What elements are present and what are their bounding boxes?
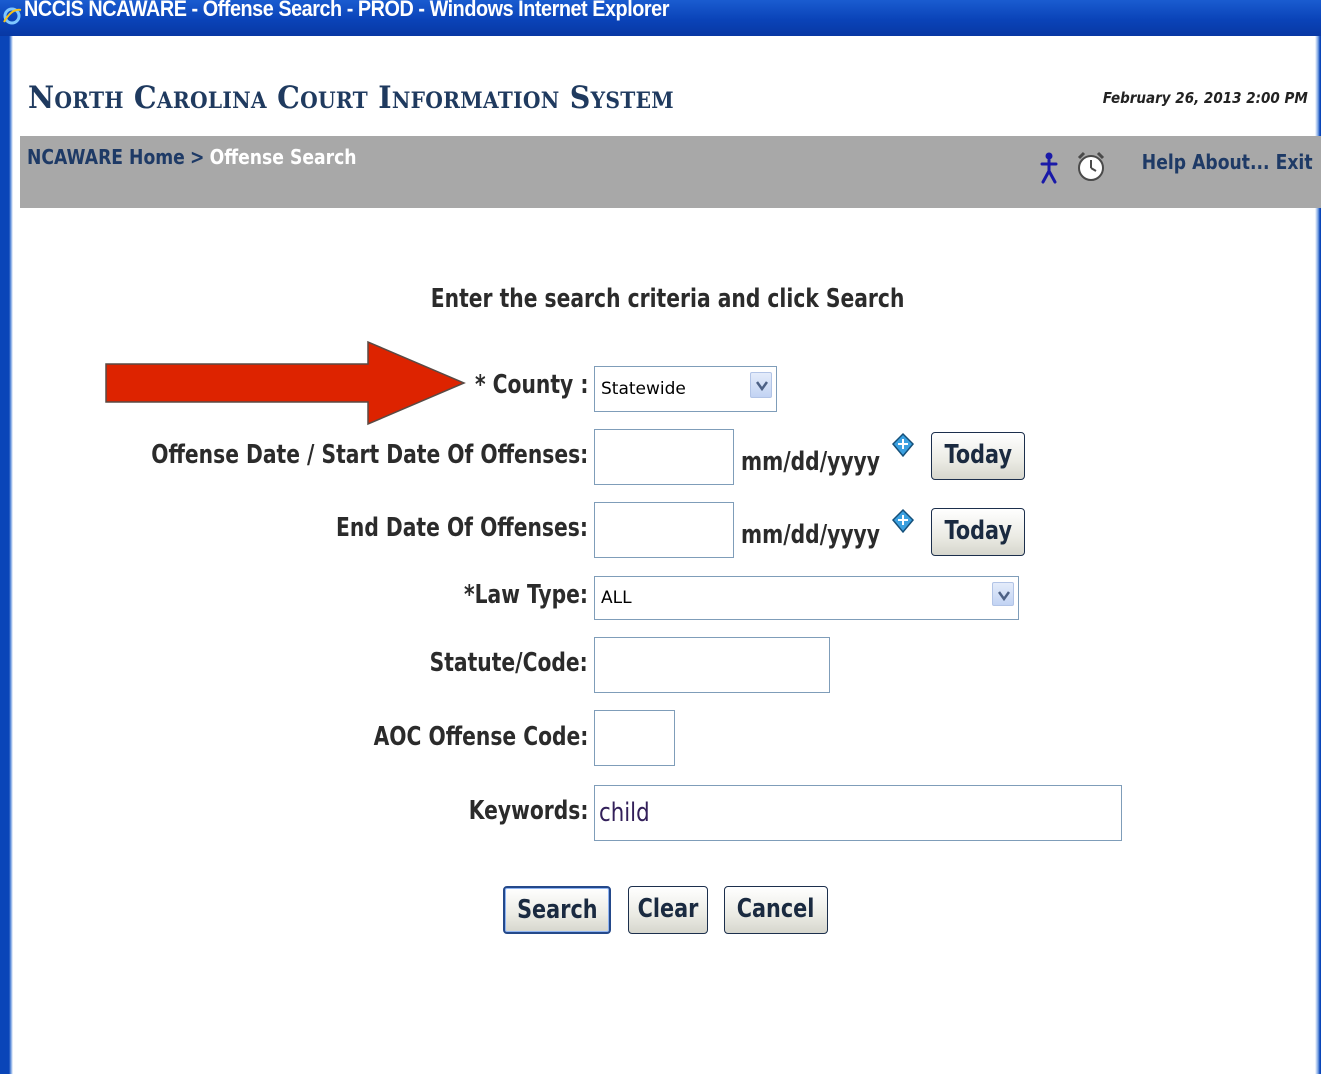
offense-date-format-hint: mm/dd/yyyy xyxy=(741,447,880,477)
law-type-select-value: ALL xyxy=(601,588,632,608)
offense-date-label: Offense Date / Start Date Of Offenses: xyxy=(150,440,588,470)
navbar: NCAWARE Home > Offense Search Help About..… xyxy=(20,136,1321,208)
keywords-label: Keywords: xyxy=(468,796,588,826)
calendar-icon[interactable] xyxy=(891,432,915,458)
chevron-down-icon[interactable] xyxy=(750,372,772,398)
end-date-label: End Date Of Offenses: xyxy=(336,513,588,543)
about-link[interactable]: About... xyxy=(1193,150,1271,174)
current-datetime: February 26, 2013 2:00 PM xyxy=(1102,89,1308,107)
window-title: NCCIS NCAWARE - Offense Search - PROD - … xyxy=(24,0,669,21)
keywords-input[interactable]: child xyxy=(594,785,1122,841)
offense-date-today-button[interactable]: Today xyxy=(931,432,1025,480)
end-date-input[interactable] xyxy=(594,502,734,558)
law-type-select[interactable]: ALL xyxy=(594,576,1019,620)
alarm-clock-icon[interactable] xyxy=(1074,149,1108,183)
window-frame-left xyxy=(0,36,15,1074)
exit-link[interactable]: Exit xyxy=(1276,150,1313,174)
county-label: * County : xyxy=(474,370,588,400)
chevron-down-icon[interactable] xyxy=(992,582,1014,606)
system-title: North Carolina Court Information System xyxy=(28,80,674,116)
search-button[interactable]: Search xyxy=(503,886,611,934)
breadcrumb-separator: > xyxy=(190,145,205,169)
ie-icon xyxy=(3,7,22,25)
search-instructions: Enter the search criteria and click Sear… xyxy=(431,284,905,314)
window-titlebar: NCCIS NCAWARE - Offense Search - PROD - … xyxy=(0,0,1321,36)
law-type-label: *Law Type: xyxy=(463,580,588,610)
red-arrow-icon xyxy=(105,340,466,426)
breadcrumb-home-link[interactable]: NCAWARE Home xyxy=(27,145,185,169)
statute-code-input[interactable] xyxy=(594,637,830,693)
keywords-input-value: child xyxy=(599,798,650,828)
person-icon[interactable] xyxy=(1040,152,1058,184)
county-select-value: Statewide xyxy=(601,379,686,399)
clear-button[interactable]: Clear xyxy=(628,886,708,934)
end-date-today-button[interactable]: Today xyxy=(931,508,1025,556)
aoc-offense-code-input[interactable] xyxy=(594,710,675,766)
calendar-icon[interactable] xyxy=(891,508,915,534)
statute-code-label: Statute/Code: xyxy=(429,648,588,678)
navbar-tools: Help About... Exit xyxy=(1040,144,1313,184)
aoc-offense-code-label: AOC Offense Code: xyxy=(373,722,588,752)
nav-links: Help About... Exit xyxy=(1142,150,1313,174)
cancel-button[interactable]: Cancel xyxy=(724,886,828,934)
county-select[interactable]: Statewide xyxy=(594,366,777,412)
offense-date-input[interactable] xyxy=(594,429,734,485)
breadcrumb: NCAWARE Home > Offense Search xyxy=(27,145,357,169)
help-link[interactable]: Help xyxy=(1142,150,1186,174)
end-date-format-hint: mm/dd/yyyy xyxy=(741,520,880,550)
breadcrumb-current: Offense Search xyxy=(209,145,357,169)
